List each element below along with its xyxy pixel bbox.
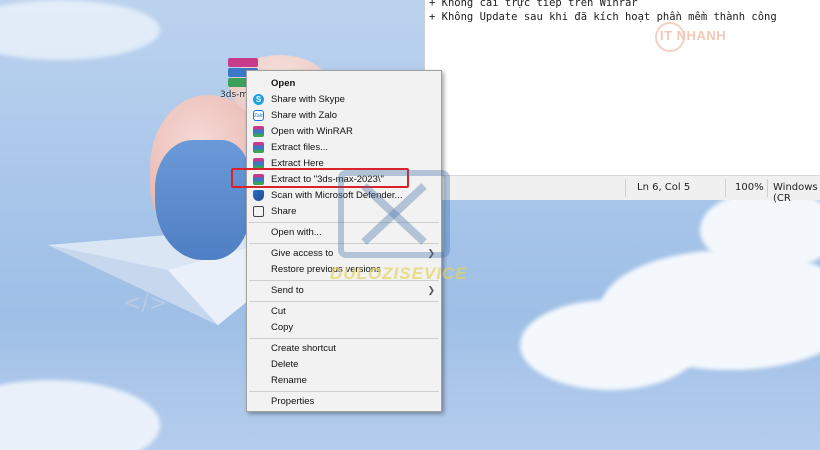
menu-item-label: Delete — [271, 359, 299, 370]
status-cursor-position: Ln 6, Col 5 — [637, 182, 691, 193]
menu-item-label: Give access to — [271, 248, 334, 259]
winrar-icon — [253, 126, 264, 137]
status-separator — [767, 179, 768, 197]
tools-icon — [361, 183, 427, 245]
menu-item-copy[interactable]: Copy — [247, 320, 441, 336]
winrar-icon — [253, 142, 264, 153]
svg-text:</>: </> — [123, 291, 167, 316]
notepad-window: + Không cài trực tiếp trên Winrar + Không… — [424, 0, 820, 204]
menu-item-share-skype[interactable]: S Share with Skype — [247, 92, 441, 108]
menu-item-label: Cut — [271, 306, 286, 317]
cloud — [0, 380, 160, 450]
menu-item-label: Send to — [271, 285, 304, 296]
status-zoom: 100% — [735, 182, 764, 193]
menu-item-cut[interactable]: Cut — [247, 304, 441, 320]
notepad-line: + Không cài trực tiếp trên Winrar — [429, 0, 638, 9]
menu-item-share-zalo[interactable]: Zalo Share with Zalo — [247, 108, 441, 124]
menu-item-label: Copy — [271, 322, 294, 333]
share-icon — [253, 206, 264, 217]
menu-divider — [249, 301, 439, 302]
menu-item-create-shortcut[interactable]: Create shortcut — [247, 341, 441, 357]
dulozi-watermark: DULOZISEVICE — [330, 264, 468, 283]
menu-item-label: Rename — [271, 375, 307, 386]
chevron-right-icon: ❯ — [427, 285, 435, 295]
skype-icon: S — [253, 94, 264, 105]
dulozi-logo-icon — [338, 170, 450, 258]
shield-icon — [253, 190, 264, 201]
menu-item-rename[interactable]: Rename — [247, 373, 441, 389]
menu-item-open[interactable]: Open — [247, 76, 441, 92]
menu-item-label: Open with WinRAR — [271, 126, 353, 137]
status-separator — [725, 179, 726, 197]
menu-item-label: Extract files... — [271, 142, 329, 153]
menu-item-label: Open with... — [271, 227, 322, 238]
zalo-icon: Zalo — [253, 110, 264, 121]
menu-item-label: Share with Skype — [271, 94, 345, 105]
menu-item-label: Share — [271, 206, 297, 217]
cloud — [0, 0, 160, 60]
notepad-statusbar: Ln 6, Col 5 100% Windows (CR — [425, 175, 820, 204]
menu-divider — [249, 338, 439, 339]
menu-item-properties[interactable]: Properties — [247, 394, 441, 410]
notepad-line: + Không Update sau khi đã kích hoạt phần… — [429, 11, 777, 23]
menu-item-extract-files[interactable]: Extract files... — [247, 140, 441, 156]
status-encoding: Windows (CR — [773, 182, 818, 204]
menu-item-open-winrar[interactable]: Open with WinRAR — [247, 124, 441, 140]
status-separator — [625, 179, 626, 197]
menu-item-send-to[interactable]: Send to ❯ — [247, 283, 441, 299]
menu-divider — [249, 391, 439, 392]
pig-shirt-illustration — [155, 140, 250, 260]
notepad-text[interactable]: + Không cài trực tiếp trên Winrar + Không… — [429, 0, 777, 24]
menu-item-label: Properties — [271, 396, 315, 407]
menu-item-label: Open — [271, 78, 296, 89]
menu-item-label: Share with Zalo — [271, 110, 338, 121]
menu-item-label: Create shortcut — [271, 343, 336, 354]
menu-item-delete[interactable]: Delete — [247, 357, 441, 373]
cloud — [520, 300, 700, 390]
itnhanh-watermark: IT NHANH — [660, 28, 727, 43]
